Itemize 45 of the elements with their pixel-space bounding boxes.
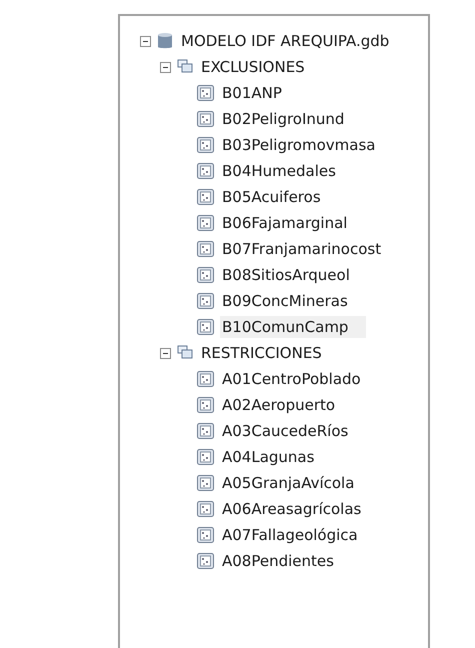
tree-item[interactable]: B01ANP: [220, 82, 284, 104]
raster-icon: [197, 111, 214, 127]
tree-item[interactable]: RESTRICCIONES: [199, 342, 324, 364]
raster-icon: [197, 189, 214, 205]
tree-item[interactable]: A02Aeropuerto: [220, 394, 338, 416]
tree-item[interactable]: A08Pendientes: [220, 550, 336, 572]
tree-item[interactable]: EXCLUSIONES: [199, 56, 307, 78]
dataset-icon: [177, 345, 193, 361]
tree-item[interactable]: A03CaucedeRíos: [220, 420, 350, 442]
raster-icon: [197, 215, 214, 231]
raster-icon: [197, 137, 214, 153]
tree-item[interactable]: MODELO IDF AREQUIPA.gdb: [179, 30, 392, 52]
raster-icon: [197, 85, 214, 101]
raster-icon: [197, 267, 214, 283]
raster-icon: [197, 501, 214, 517]
collapse-icon[interactable]: [160, 62, 171, 72]
raster-icon: [197, 371, 214, 387]
tree-item[interactable]: B05Acuiferos: [220, 186, 323, 208]
tree-item[interactable]: B09ConcMineras: [220, 290, 350, 312]
tree-item[interactable]: A06Areasagrícolas: [220, 498, 364, 520]
raster-icon: [197, 553, 214, 569]
raster-icon: [197, 319, 214, 335]
tree-item[interactable]: B08SitiosArqueol: [220, 264, 352, 286]
raster-icon: [197, 163, 214, 179]
raster-icon: [197, 475, 214, 491]
raster-icon: [197, 397, 214, 413]
raster-icon: [197, 241, 214, 257]
tree-item[interactable]: B03Peligromovmasa: [220, 134, 378, 156]
tree-item[interactable]: B10ComunCamp: [220, 316, 366, 338]
raster-icon: [197, 527, 214, 543]
tree-item[interactable]: A04Lagunas: [220, 446, 316, 468]
tree-item[interactable]: B04Humedales: [220, 160, 338, 182]
collapse-icon[interactable]: [160, 348, 171, 358]
raster-icon: [197, 423, 214, 439]
raster-icon: [197, 449, 214, 465]
tree-item[interactable]: A07Fallageológica: [220, 524, 360, 546]
tree-item[interactable]: A01CentroPoblado: [220, 368, 363, 390]
database-icon: [157, 32, 173, 50]
collapse-icon[interactable]: [140, 36, 151, 46]
tree-item[interactable]: B06Fajamarginal: [220, 212, 350, 234]
tree-item[interactable]: B02PeligroInund: [220, 108, 346, 130]
raster-icon: [197, 293, 214, 309]
tree-item[interactable]: B07Franjamarinocost: [220, 238, 384, 260]
tree-item[interactable]: A05GranjaAvícola: [220, 472, 356, 494]
dataset-icon: [177, 59, 193, 75]
